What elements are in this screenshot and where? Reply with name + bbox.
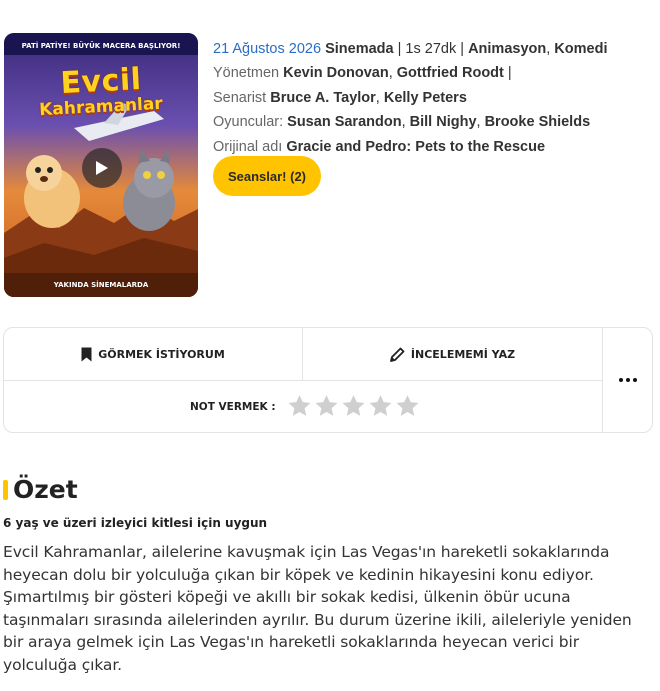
more-options-button[interactable]	[602, 328, 653, 432]
cast-label: Oyuncular:	[213, 114, 284, 131]
writer-link[interactable]: Kelly Peters	[384, 90, 467, 106]
star-icon[interactable]	[395, 392, 420, 420]
heading-accent-bar	[3, 479, 8, 500]
director-link[interactable]: Gottfried Roodt	[397, 65, 504, 81]
star-icon[interactable]	[368, 392, 393, 420]
director-label: Yönetmen	[213, 65, 280, 82]
poster-title: Evcil Kahramanlar	[4, 62, 198, 120]
movie-poster[interactable]: PATİ PATİYE! BÜYÜK MACERA BAŞLIYOR! Evci…	[4, 33, 198, 297]
sessions-button[interactable]: Seanslar! (2)	[213, 156, 321, 196]
writer-line: Senarist Bruce A. Taylor, Kelly Peters	[213, 89, 467, 106]
cast-link[interactable]: Susan Sarandon	[287, 114, 401, 130]
duration: 1s 27dk	[405, 41, 457, 57]
cast-line: Oyuncular: Susan Sarandon, Bill Nighy, B…	[213, 114, 591, 131]
director-link[interactable]: Kevin Donovan	[283, 65, 389, 81]
release-line: 21 Ağustos 2026 Sinemada | 1s 27dk | Ani…	[213, 41, 608, 57]
age-rating-note: 6 yaş ve üzeri izleyici kitlesi için uyg…	[3, 516, 268, 530]
star-icon[interactable]	[314, 392, 339, 420]
play-icon	[96, 161, 108, 175]
rate-label: NOT VERMEK :	[190, 401, 276, 413]
user-actions-card: GÖRMEK İSTİYORUM İNCELEMEMİ YAZ NOT VERM…	[3, 327, 653, 433]
movie-info: 21 Ağustos 2026 Sinemada | 1s 27dk | Ani…	[213, 37, 653, 159]
genre-link[interactable]: Komedi	[554, 41, 607, 57]
genre-link[interactable]: Animasyon	[468, 41, 546, 57]
director-line: Yönetmen Kevin Donovan, Gottfried Roodt …	[213, 65, 512, 82]
write-review-button[interactable]: İNCELEMEMİ YAZ	[303, 328, 602, 381]
writer-link[interactable]: Bruce A. Taylor	[270, 90, 376, 106]
write-review-label: İNCELEMEMİ YAZ	[410, 348, 516, 361]
play-trailer-button[interactable]	[82, 148, 122, 188]
poster-footer: YAKINDA SİNEMALARDA	[53, 281, 149, 289]
release-suffix: Sinemada	[325, 41, 394, 57]
summary-heading: Özet	[3, 475, 78, 504]
poster-tagline: PATİ PATİYE! BÜYÜK MACERA BAŞLIYOR!	[21, 42, 181, 50]
cast-link[interactable]: Brooke Shields	[485, 114, 591, 130]
bookmark-icon	[81, 347, 92, 362]
release-date: 21 Ağustos 2026	[213, 41, 322, 57]
summary-title: Özet	[13, 475, 78, 504]
writer-label: Senarist	[213, 89, 267, 106]
star-icon[interactable]	[341, 392, 366, 420]
rating-row: NOT VERMEK :	[4, 381, 602, 433]
star-icon[interactable]	[287, 392, 312, 420]
want-to-see-label: GÖRMEK İSTİYORUM	[98, 348, 225, 361]
want-to-see-button[interactable]: GÖRMEK İSTİYORUM	[4, 328, 303, 381]
original-title-label: Orijinal adı	[213, 138, 283, 155]
synopsis-text: Evcil Kahramanlar, ailelerine kavuşmak i…	[3, 543, 632, 674]
action-buttons-row: GÖRMEK İSTİYORUM İNCELEMEMİ YAZ	[4, 328, 602, 381]
cast-link[interactable]: Bill Nighy	[410, 114, 477, 130]
original-title: Gracie and Pedro: Pets to the Rescue	[286, 138, 546, 155]
rating-stars	[287, 392, 420, 420]
pencil-icon	[390, 347, 405, 362]
more-horizontal-icon	[619, 378, 637, 382]
